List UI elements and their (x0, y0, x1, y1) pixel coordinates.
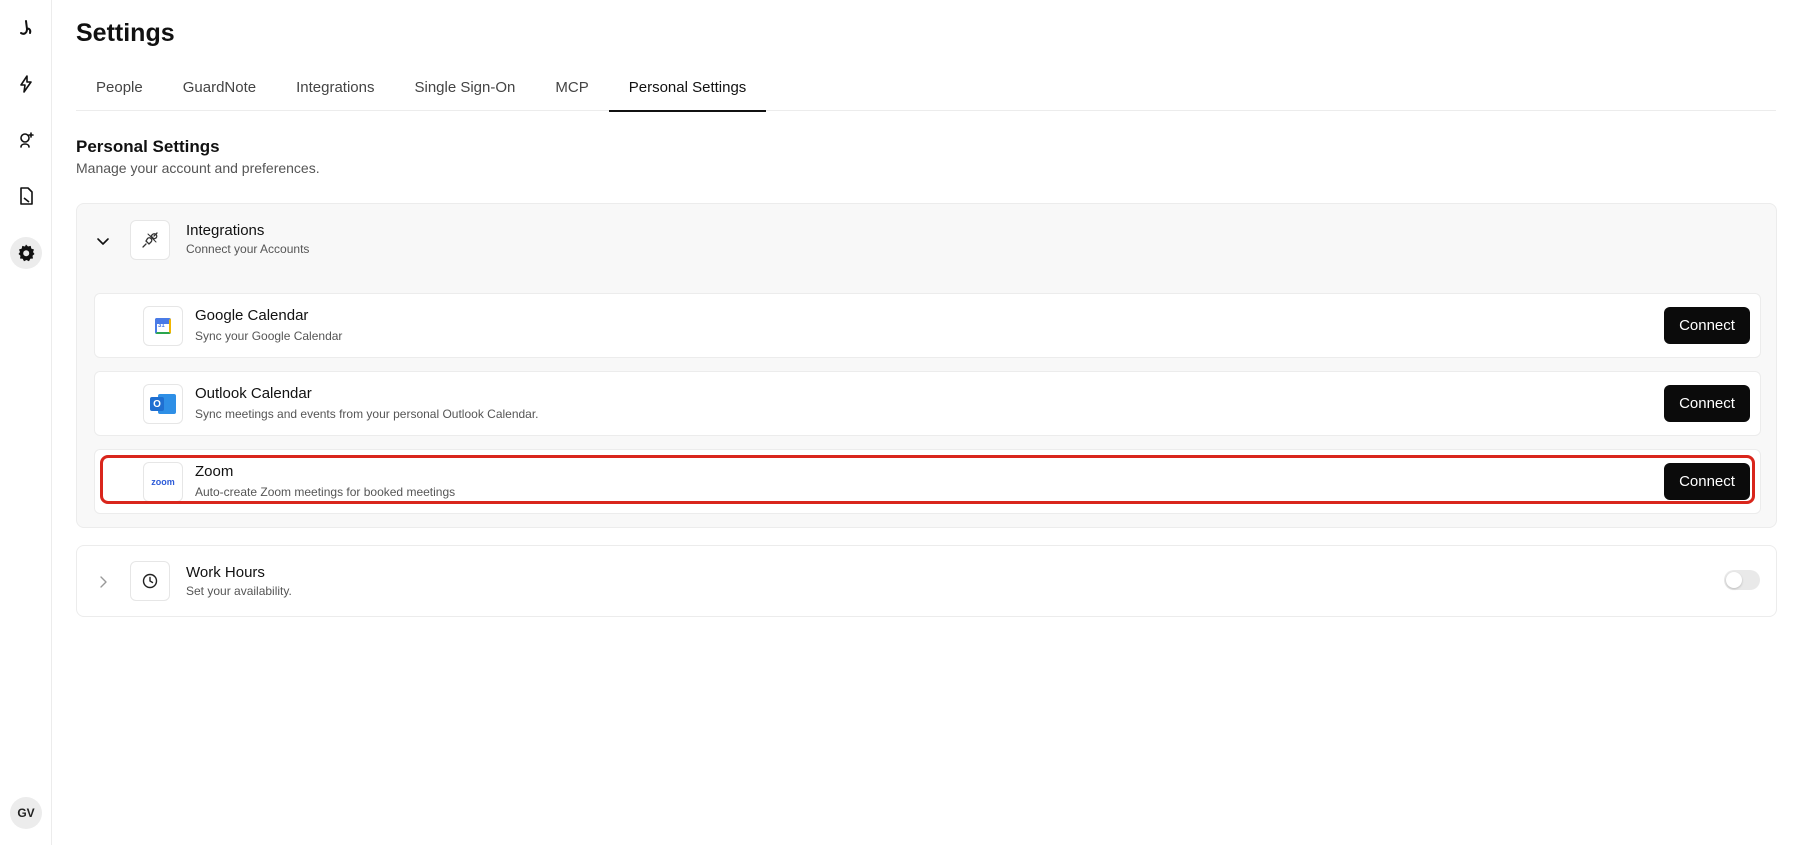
tab-personal-settings[interactable]: Personal Settings (608, 70, 767, 112)
chevron-right-icon[interactable] (93, 572, 113, 592)
avatar[interactable]: GV (10, 797, 42, 829)
tab-single-sign-on[interactable]: Single Sign-On (394, 70, 535, 111)
work-hours-card: Work Hours Set your availability. (76, 545, 1777, 617)
integration-row-outlook-calendar: O Outlook Calendar Sync meetings and eve… (94, 371, 1761, 436)
google-calendar-logo-text: 31 (158, 323, 165, 329)
tab-guardnote[interactable]: GuardNote (163, 70, 276, 111)
tab-integrations[interactable]: Integrations (276, 70, 394, 111)
integration-description: Sync your Google Calendar (195, 329, 343, 343)
connect-google-calendar-button[interactable]: Connect (1664, 307, 1750, 344)
sidebar: GV (0, 0, 52, 845)
integration-name: Google Calendar (195, 307, 309, 324)
page-title: Settings (76, 19, 175, 47)
connect-zoom-button[interactable]: Connect (1664, 463, 1750, 500)
tab-people[interactable]: People (76, 70, 163, 111)
integration-name: Zoom (195, 463, 234, 480)
gear-icon[interactable] (10, 237, 42, 269)
user-add-icon[interactable] (10, 124, 42, 156)
outlook-logo: O (143, 384, 183, 424)
google-calendar-logo: 31 (143, 306, 183, 346)
logo-icon[interactable] (10, 12, 42, 44)
integration-description: Auto-create Zoom meetings for booked mee… (195, 485, 456, 499)
section-title: Personal Settings (76, 137, 220, 156)
tab-bar: People GuardNote Integrations Single Sig… (76, 70, 1776, 112)
integration-row-zoom: zoom Zoom Auto-create Zoom meetings for … (94, 449, 1761, 514)
connect-outlook-calendar-button[interactable]: Connect (1664, 385, 1750, 422)
chevron-down-icon[interactable] (93, 231, 113, 251)
work-hours-title: Work Hours (186, 564, 265, 581)
section-subtitle: Manage your account and preferences. (76, 160, 320, 176)
document-icon[interactable] (10, 180, 42, 212)
outlook-logo-letter: O (150, 397, 164, 411)
zoom-logo-text: zoom (151, 477, 175, 487)
zoom-logo: zoom (143, 462, 183, 502)
clock-icon (130, 561, 170, 601)
integrations-card-title: Integrations (186, 222, 265, 239)
tab-mcp[interactable]: MCP (535, 70, 608, 111)
work-hours-subtitle: Set your availability. (186, 584, 292, 598)
integrations-card: Integrations Connect your Accounts 31 Go… (76, 203, 1777, 528)
integrations-card-subtitle: Connect your Accounts (186, 242, 310, 256)
integration-row-google-calendar: 31 Google Calendar Sync your Google Cale… (94, 293, 1761, 358)
integration-name: Outlook Calendar (195, 385, 312, 402)
plug-icon (130, 220, 170, 260)
work-hours-toggle[interactable] (1724, 570, 1760, 590)
toggle-knob (1726, 572, 1742, 588)
lightning-icon[interactable] (10, 68, 42, 100)
integration-description: Sync meetings and events from your perso… (195, 407, 539, 421)
